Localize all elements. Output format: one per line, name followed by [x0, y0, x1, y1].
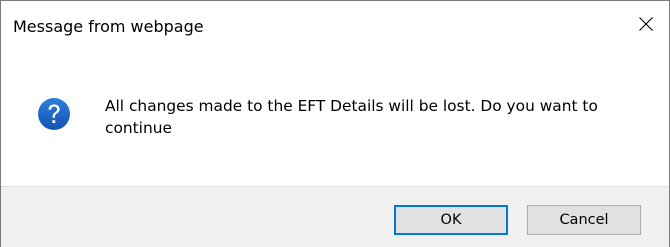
dialog-message: All changes made to the EFT Details will…: [105, 97, 598, 137]
close-icon: [639, 17, 653, 31]
close-button[interactable]: [623, 1, 669, 47]
dialog-footer: OK Cancel: [1, 186, 669, 247]
ok-button[interactable]: OK: [394, 205, 508, 235]
message-dialog: Message from webpage All changes made to…: [0, 0, 670, 247]
dialog-title: Message from webpage: [13, 17, 204, 36]
question-icon: [38, 98, 70, 130]
dialog-content: All changes made to the EFT Details will…: [1, 53, 669, 186]
dialog-titlebar[interactable]: Message from webpage: [1, 1, 669, 53]
cancel-button[interactable]: Cancel: [527, 205, 641, 235]
